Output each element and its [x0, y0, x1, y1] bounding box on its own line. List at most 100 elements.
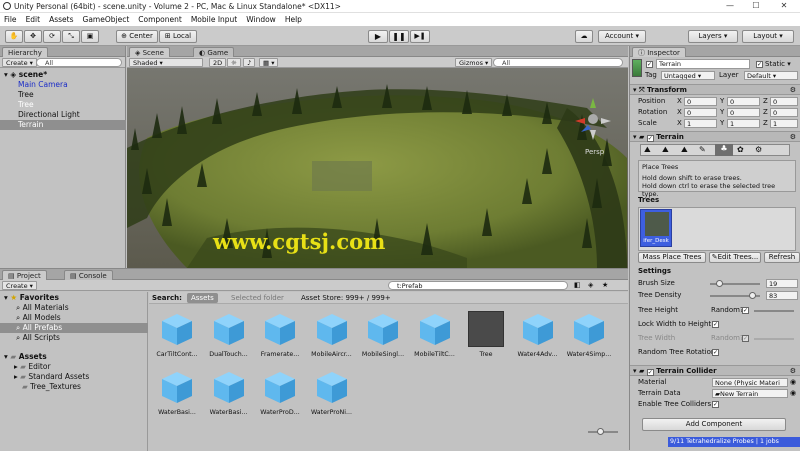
prefab-cube-icon[interactable]	[262, 311, 298, 347]
material-field[interactable]: None (Physic Materi	[712, 378, 788, 387]
place-trees-icon[interactable]: ♣	[715, 144, 733, 156]
component-settings-icon[interactable]: ⚙	[790, 366, 796, 377]
prefab-cube-icon[interactable]	[365, 311, 401, 347]
lock-width-checkbox[interactable]: ✓	[712, 321, 719, 328]
prefab-cube-icon[interactable]	[314, 311, 350, 347]
scale-tool-icon[interactable]: ⤡	[62, 30, 80, 43]
close-button[interactable]: ✕	[774, 1, 794, 12]
scale-y-field[interactable]: 1	[727, 119, 760, 128]
prefab-cube-icon[interactable]	[417, 311, 453, 347]
folder-editor[interactable]: ▸ ▰ Editor	[14, 362, 51, 372]
position-x-field[interactable]: 0	[684, 97, 717, 106]
smooth-height-icon[interactable]: ⛰	[681, 145, 688, 155]
folder-standard-assets[interactable]: ▸ ▰ Standard Assets	[14, 372, 89, 382]
tab-inspector[interactable]: ⓘ Inspector	[632, 47, 686, 57]
play-button[interactable]: ▶	[368, 30, 388, 43]
menu-edit[interactable]: Edit	[22, 13, 46, 24]
mode-2d-button[interactable]: 2D	[209, 58, 227, 67]
pivot-center-button[interactable]: ⊕ Center	[116, 30, 158, 43]
rotation-y-field[interactable]: 0	[727, 108, 760, 117]
maximize-button[interactable]: ☐	[746, 1, 766, 12]
terrain-data-field[interactable]: ▰New Terrain	[712, 389, 788, 398]
terrain-collider-header[interactable]: ▾ ▰ ✓ Terrain Collider ⚙	[630, 365, 800, 376]
scope-selected-folder-button[interactable]: Selected folder	[231, 292, 284, 304]
scene-viewport[interactable]: Persp www.cgtsj.com	[127, 68, 628, 268]
brush-size-slider-thumb[interactable]	[716, 280, 723, 287]
rect-tool-icon[interactable]: ▣	[81, 30, 99, 43]
position-z-field[interactable]: 0	[770, 97, 798, 106]
terrain-enabled-checkbox[interactable]: ✓	[646, 135, 654, 142]
tab-hierarchy[interactable]: Hierarchy	[2, 47, 48, 57]
prefab-cube-icon[interactable]	[571, 311, 607, 347]
scene-root[interactable]: ▾ ◈ scene*	[0, 70, 126, 80]
tag-dropdown[interactable]: Untagged ▾	[661, 71, 715, 80]
add-component-button[interactable]: Add Component	[642, 418, 786, 431]
shading-mode-dropdown[interactable]: Shaded ▾	[129, 58, 203, 67]
gizmos-dropdown[interactable]: Gizmos ▾	[455, 58, 493, 67]
hierarchy-item-main-camera[interactable]: Main Camera	[0, 80, 126, 90]
scale-z-field[interactable]: 1	[770, 119, 798, 128]
menu-assets[interactable]: Assets	[45, 13, 78, 24]
tab-project[interactable]: ▤ Project	[2, 270, 47, 280]
component-settings-icon[interactable]: ⚙	[790, 132, 796, 143]
tree-density-slider-thumb[interactable]	[748, 292, 756, 299]
menu-help[interactable]: Help	[281, 13, 307, 24]
icon-size-slider-thumb[interactable]	[597, 428, 604, 435]
tree-density-field[interactable]: 83	[766, 291, 798, 300]
paint-height-icon[interactable]: ⛰	[662, 145, 669, 155]
active-checkbox[interactable]: ✓	[646, 61, 653, 68]
edit-trees-button[interactable]: ✎Edit Trees...	[709, 252, 761, 263]
account-dropdown[interactable]: Account ▾	[598, 30, 646, 43]
rotate-tool-icon[interactable]: ⟳	[43, 30, 61, 43]
hand-tool-icon[interactable]: ✋	[5, 30, 23, 43]
hierarchy-item-terrain[interactable]: Terrain	[0, 120, 126, 130]
folder-tree-textures[interactable]: ▰ Tree_Textures	[22, 382, 81, 392]
lighting-icon[interactable]: ☼	[227, 58, 241, 67]
scene-search-input[interactable]: All	[493, 58, 623, 67]
tab-game[interactable]: ◐ Game	[193, 47, 235, 57]
static-checkbox[interactable]: ✓	[756, 61, 763, 68]
menu-file[interactable]: File	[0, 13, 22, 24]
scope-assets-button[interactable]: Assets	[187, 293, 218, 303]
terrain-header[interactable]: ▾ ▰ ✓ Terrain ⚙	[630, 131, 800, 142]
tree-height-random-checkbox[interactable]: ✓	[742, 307, 749, 314]
layout-dropdown[interactable]: Layout ▾	[742, 30, 794, 43]
paint-details-icon[interactable]: ✿	[737, 145, 744, 154]
menu-window[interactable]: Window	[242, 13, 281, 24]
hierarchy-create-button[interactable]: Create ▾	[2, 58, 37, 67]
fav-all-materials[interactable]: ⌕ All Materials	[16, 303, 69, 313]
enable-tree-colliders-checkbox[interactable]: ✓	[712, 401, 719, 408]
hierarchy-item-tree[interactable]: Tree	[0, 90, 126, 100]
tab-console[interactable]: ▤ Console	[64, 270, 113, 280]
tab-scene[interactable]: ◈ Scene	[129, 47, 170, 57]
prefab-cube-icon[interactable]	[211, 311, 247, 347]
hierarchy-item-directional-light[interactable]: Directional Light	[0, 110, 126, 120]
layers-dropdown[interactable]: Layers ▾	[688, 30, 738, 43]
minimize-button[interactable]: —	[720, 1, 740, 12]
tree-height-range-slider[interactable]	[754, 310, 794, 312]
pivot-local-button[interactable]: ⊞ Local	[159, 30, 197, 43]
hierarchy-search-input[interactable]: All	[36, 58, 122, 67]
project-search-input[interactable]: t:Prefab	[388, 281, 568, 290]
component-settings-icon[interactable]: ⚙	[790, 85, 796, 96]
fav-all-scripts[interactable]: ⌕ All Scripts	[16, 333, 60, 343]
favorites-header[interactable]: ▾ ★ Favorites	[4, 293, 59, 303]
collider-enabled-checkbox[interactable]: ✓	[646, 369, 654, 376]
menu-gameobject[interactable]: GameObject	[79, 13, 135, 24]
step-button[interactable]: ▶❚	[410, 30, 430, 43]
hierarchy-item-tree[interactable]: Tree	[0, 100, 126, 110]
refresh-button[interactable]: Refresh	[764, 252, 800, 263]
move-tool-icon[interactable]: ✥	[24, 30, 42, 43]
project-create-button[interactable]: Create ▾	[2, 281, 37, 290]
effects-icon[interactable]: ▦ ▾	[259, 58, 279, 67]
object-name-field[interactable]: Terrain	[656, 59, 750, 69]
fav-all-models[interactable]: ⌕ All Models	[16, 313, 61, 323]
rotation-z-field[interactable]: 0	[770, 108, 798, 117]
assets-root[interactable]: ▾ ▰ Assets	[4, 352, 47, 362]
menu-mobile-input[interactable]: Mobile Input	[187, 13, 242, 24]
prefab-cube-icon[interactable]	[211, 369, 247, 405]
rotation-x-field[interactable]: 0	[684, 108, 717, 117]
raise-terrain-icon[interactable]: ⛰	[644, 145, 651, 155]
filter-type-icon[interactable]: ◧	[574, 281, 581, 289]
brush-size-field[interactable]: 19	[766, 279, 798, 288]
